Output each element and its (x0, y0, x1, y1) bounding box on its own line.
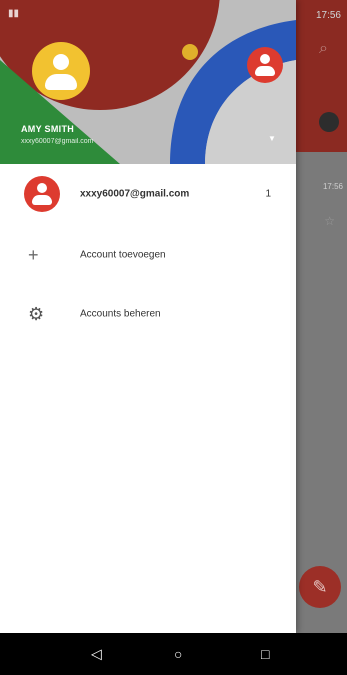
avatar-head (53, 54, 69, 70)
account-avatar (24, 176, 64, 212)
recents-icon[interactable]: □ (261, 646, 269, 662)
avatar-body (32, 195, 52, 205)
gear-icon: ⚙ (28, 304, 45, 324)
compose-button[interactable]: ✎ (299, 566, 341, 608)
avatar-body (255, 66, 275, 76)
avatar-head (37, 183, 47, 193)
drawer-header: ▮▮ AMY SMITH xxxy60007@gmail.com ▼ (0, 0, 296, 164)
manage-accounts-item[interactable]: ⚙ Accounts beheren (0, 290, 296, 338)
back-icon[interactable]: ◁ (91, 646, 102, 663)
pencil-icon: ✎ (312, 576, 328, 597)
profile-name: AMY SMITH (21, 124, 75, 134)
plus-icon: + (28, 245, 39, 265)
home-icon[interactable]: ○ (174, 646, 182, 662)
avatar-head (260, 54, 270, 64)
account-row[interactable]: xxxy60007@gmail.com 1 (0, 170, 296, 218)
add-account-item[interactable]: + Account toevoegen (0, 231, 296, 279)
system-nav-bar: ◁ ○ □ (0, 633, 347, 675)
account-avatar-circle (24, 176, 60, 212)
unread-count: 1 (265, 188, 271, 200)
add-account-label: Account toevoegen (80, 249, 166, 261)
search-icon[interactable]: ⌕ (319, 40, 339, 60)
account-email: xxxy60007@gmail.com (80, 188, 190, 200)
avatar-body (45, 74, 77, 90)
status-time: 17:56 (315, 10, 341, 21)
secondary-account-avatar[interactable] (247, 47, 283, 83)
profile-email: xxxy60007@gmail.com (21, 138, 94, 145)
star-icon[interactable]: ☆ (324, 214, 335, 228)
background-avatar[interactable] (319, 112, 339, 132)
manage-accounts-label: Accounts beheren (80, 308, 161, 320)
profile-avatar[interactable] (32, 42, 90, 100)
navigation-drawer: ▮▮ AMY SMITH xxxy60007@gmail.com ▼ xxxy6… (0, 0, 296, 633)
chevron-down-icon[interactable]: ▼ (268, 134, 276, 143)
background-list-time: 17:56 (322, 182, 343, 191)
status-icons: ▮▮ (8, 8, 20, 19)
